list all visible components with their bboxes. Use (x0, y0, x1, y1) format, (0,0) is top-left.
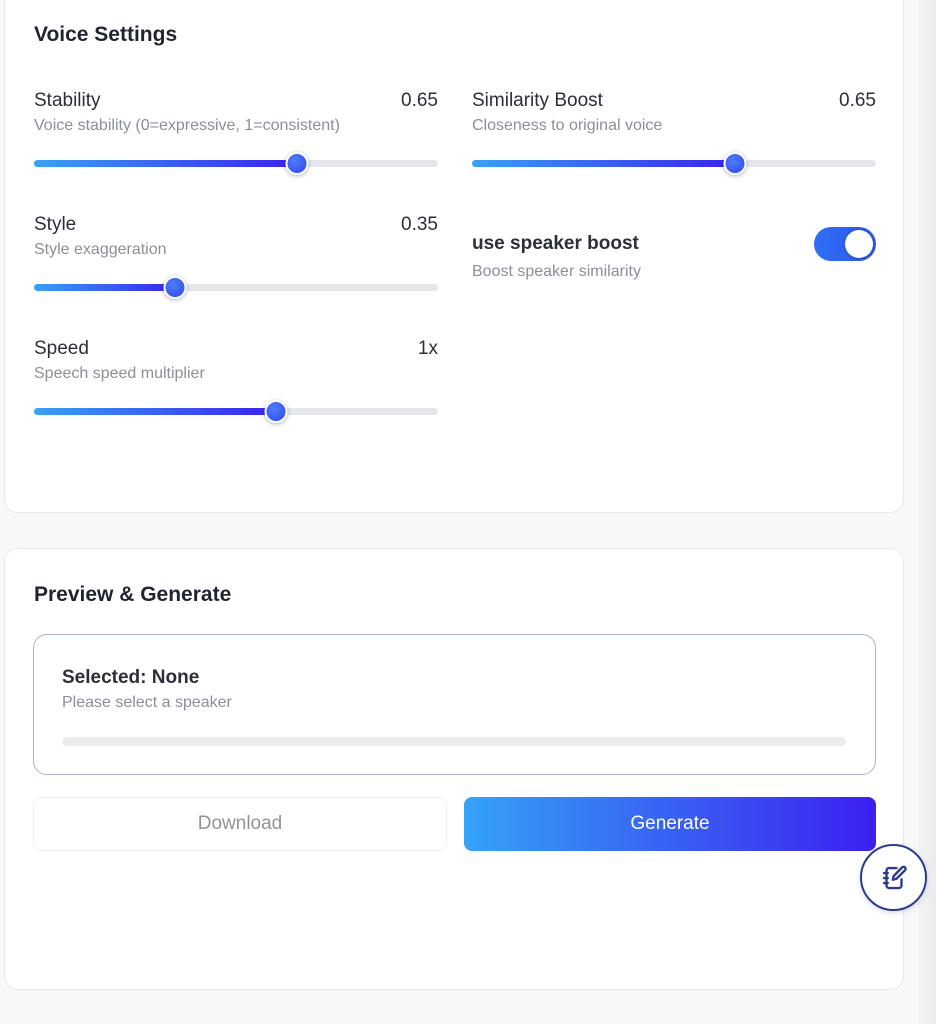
stability-slider-thumb[interactable] (285, 152, 309, 175)
selected-speaker-hint: Please select a speaker (62, 694, 232, 711)
selected-speaker-panel: Selected: None Please select a speaker (33, 634, 876, 775)
stability-label: Stability (34, 90, 101, 111)
stability-slider[interactable] (34, 152, 438, 175)
selected-speaker-title: Selected: None (62, 667, 200, 688)
speaker-boost-setting: use speaker boost Boost speaker similari… (472, 227, 876, 293)
speaker-boost-toggle[interactable] (814, 227, 876, 261)
style-slider-thumb[interactable] (163, 276, 187, 299)
similarity-desc: Closeness to original voice (472, 117, 663, 134)
speed-desc: Speech speed multiplier (34, 365, 205, 382)
speed-slider-thumb[interactable] (264, 400, 288, 423)
similarity-value: 0.65 (839, 90, 876, 111)
preview-generate-card: Preview & Generate Selected: None Please… (4, 548, 904, 990)
voice-settings-card: Voice Settings Stability 0.65 Voice stab… (4, 0, 904, 513)
notebook-edit-icon (882, 865, 907, 889)
speaker-boost-label: use speaker boost (472, 233, 639, 254)
style-label: Style (34, 214, 77, 235)
speed-label: Speed (34, 338, 89, 359)
speed-slider-fill (34, 408, 276, 415)
notebook-edit-button[interactable] (860, 844, 927, 911)
voice-settings-title: Voice Settings (34, 23, 178, 46)
preview-title: Preview & Generate (34, 583, 232, 606)
speed-value: 1x (417, 338, 438, 359)
style-slider-fill (34, 284, 175, 291)
audio-progress-bar[interactable] (62, 737, 846, 746)
similarity-label: Similarity Boost (472, 90, 603, 111)
speaker-boost-desc: Boost speaker similarity (472, 263, 641, 280)
speed-slider[interactable] (34, 400, 438, 423)
stability-value: 0.65 (401, 90, 438, 111)
style-desc: Style exaggeration (34, 241, 167, 258)
similarity-slider[interactable] (472, 152, 876, 175)
toggle-knob (845, 230, 873, 258)
stability-desc: Voice stability (0=expressive, 1=consist… (34, 117, 340, 134)
similarity-slider-fill (472, 160, 735, 167)
download-button[interactable]: Download (33, 797, 447, 851)
style-slider[interactable] (34, 276, 438, 299)
generate-button[interactable]: Generate (464, 797, 876, 851)
style-value: 0.35 (401, 214, 438, 235)
similarity-slider-thumb[interactable] (723, 152, 747, 175)
stability-slider-fill (34, 160, 297, 167)
